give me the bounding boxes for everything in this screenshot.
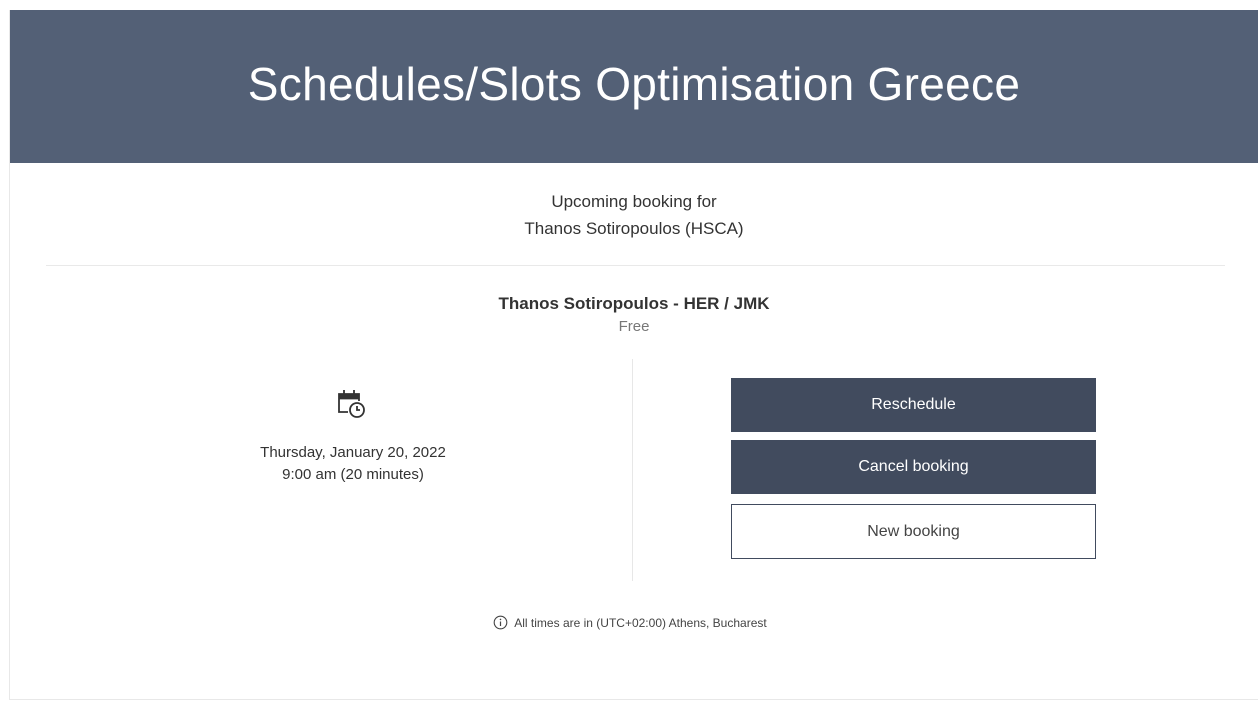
service-name: Thanos Sotiropoulos - HER / JMK [498,294,770,313]
booking-heading-line1: Upcoming booking for [551,192,717,211]
booking-heading: Upcoming booking for Thanos Sotiropoulos… [10,188,1258,242]
appointment-date: Thursday, January 20, 2022 [260,444,446,461]
appointment-time: 9:00 am (20 minutes) [282,466,424,483]
service-price: Free [618,318,650,335]
cancel-booking-button[interactable]: Cancel booking [731,440,1096,494]
new-booking-button[interactable]: New booking [731,504,1096,559]
booking-heading-customer: Thanos Sotiropoulos (HSCA) [524,219,744,238]
reschedule-button[interactable]: Reschedule [731,378,1096,432]
page-header: Schedules/Slots Optimisation Greece [10,10,1258,163]
timezone-note: All times are in (UTC+02:00) Athens, Buc… [10,615,1258,630]
service-info: Thanos Sotiropoulos - HER / JMK Free [10,292,1258,338]
info-icon [493,615,508,630]
page-title: Schedules/Slots Optimisation Greece [247,57,1021,110]
booking-details: Thursday, January 20, 2022 9:00 am (20 m… [10,359,1258,581]
divider [46,265,1225,266]
appointment-datetime: Thursday, January 20, 2022 9:00 am (20 m… [10,442,696,486]
booking-page: Schedules/Slots Optimisation Greece Upco… [9,10,1258,700]
timezone-text: All times are in (UTC+02:00) Athens, Buc… [514,615,767,630]
calendar-clock-icon [338,390,365,418]
